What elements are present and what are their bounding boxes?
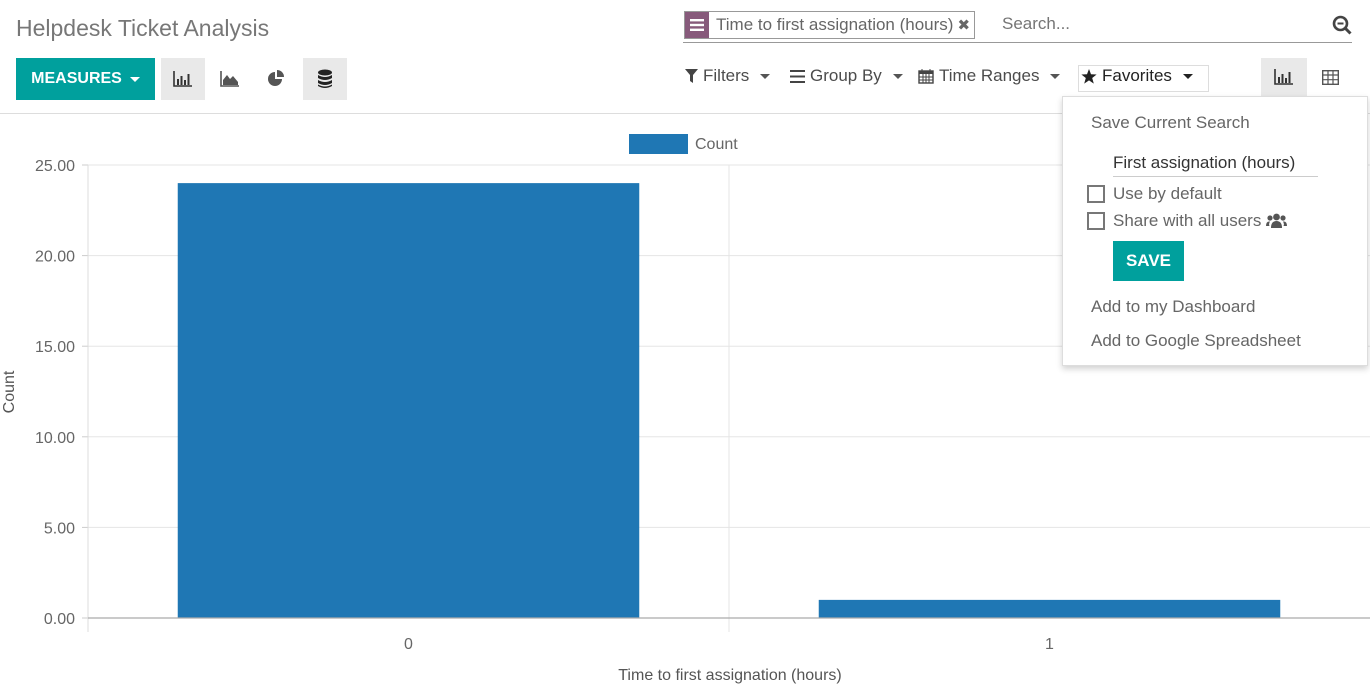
group-by-dropdown[interactable]: Group By (790, 66, 903, 86)
users-icon (1266, 213, 1288, 228)
y-tick-label: 20.00 (35, 249, 75, 266)
search-icon[interactable] (1332, 15, 1352, 40)
favorites-menu: Save Current Search Use by default Share… (1062, 96, 1368, 366)
legend-swatch (629, 134, 688, 154)
y-tick-label: 0.00 (44, 611, 75, 628)
bar[interactable] (177, 183, 640, 618)
use-by-default-checkbox[interactable]: Use by default (1087, 184, 1222, 204)
legend[interactable]: Count (629, 134, 738, 154)
filters-dropdown[interactable]: Filters (685, 66, 771, 86)
y-tick-label: 5.00 (44, 520, 75, 537)
x-axis-label: Time to first assignation (hours) (618, 667, 841, 684)
caret-down-icon (892, 73, 903, 79)
y-tick-label: 10.00 (35, 430, 75, 447)
filter-icon (685, 69, 698, 83)
measures-button[interactable]: MEASURES (16, 58, 155, 100)
y-tick-label: 15.00 (35, 339, 75, 356)
search-facet[interactable]: Time to first assignation (hours) ✖ (684, 11, 976, 39)
graph-view-button[interactable] (1261, 58, 1307, 96)
use-by-default-label: Use by default (1113, 184, 1222, 203)
bar-chart-icon (173, 71, 192, 87)
bars-icon (790, 69, 805, 83)
favorites-label: Favorites (1102, 66, 1172, 85)
favorites-dropdown[interactable]: Favorites (1081, 66, 1193, 86)
pie-chart-button[interactable] (254, 58, 298, 100)
bar-chart-button[interactable] (161, 58, 205, 100)
star-icon (1081, 68, 1097, 84)
search-input[interactable] (1000, 13, 1320, 35)
x-tick-label: 0 (404, 636, 413, 653)
stacked-button[interactable] (303, 58, 347, 100)
facet-remove-icon[interactable]: ✖ (957, 16, 974, 34)
calendar-icon (918, 69, 934, 84)
group-by-label: Group By (810, 66, 882, 85)
area-chart-icon (220, 71, 239, 87)
caret-down-icon (129, 76, 140, 82)
add-to-dashboard-item[interactable]: Add to my Dashboard (1091, 297, 1255, 317)
y-axis-label: Count (1, 370, 18, 413)
checkbox-icon[interactable] (1087, 212, 1105, 230)
search-name-input[interactable] (1113, 149, 1318, 177)
legend-label: Count (695, 136, 738, 153)
caret-down-icon (1050, 73, 1061, 79)
caret-down-icon (1182, 73, 1193, 79)
search-bar: Time to first assignation (hours) ✖ (683, 10, 1352, 43)
time-ranges-label: Time Ranges (939, 66, 1040, 85)
bar-chart-icon (1274, 69, 1293, 85)
measures-label: MEASURES (31, 70, 122, 87)
share-with-all-users-checkbox[interactable]: Share with all users (1087, 211, 1288, 231)
checkbox-icon[interactable] (1087, 185, 1105, 203)
bar[interactable] (818, 599, 1281, 618)
time-ranges-dropdown[interactable]: Time Ranges (918, 66, 1061, 86)
y-tick-label: 25.00 (35, 158, 75, 175)
filters-label: Filters (703, 66, 750, 85)
page-title: Helpdesk Ticket Analysis (16, 15, 270, 41)
x-tick-label: 1 (1045, 636, 1054, 653)
share-with-all-users-label: Share with all users (1113, 211, 1262, 230)
pie-chart-icon (268, 70, 284, 86)
save-current-search-toggle[interactable]: Save Current Search (1091, 113, 1250, 133)
line-chart-button[interactable] (208, 58, 252, 100)
table-icon (1321, 69, 1339, 85)
group-by-facet-icon (685, 12, 709, 38)
database-icon (318, 69, 332, 88)
facet-value: Time to first assignation (hours) (716, 15, 954, 34)
pivot-view-button[interactable] (1307, 58, 1353, 96)
save-button[interactable]: SAVE (1113, 241, 1184, 281)
add-to-google-spreadsheet-item[interactable]: Add to Google Spreadsheet (1091, 331, 1301, 351)
caret-down-icon (760, 73, 771, 79)
